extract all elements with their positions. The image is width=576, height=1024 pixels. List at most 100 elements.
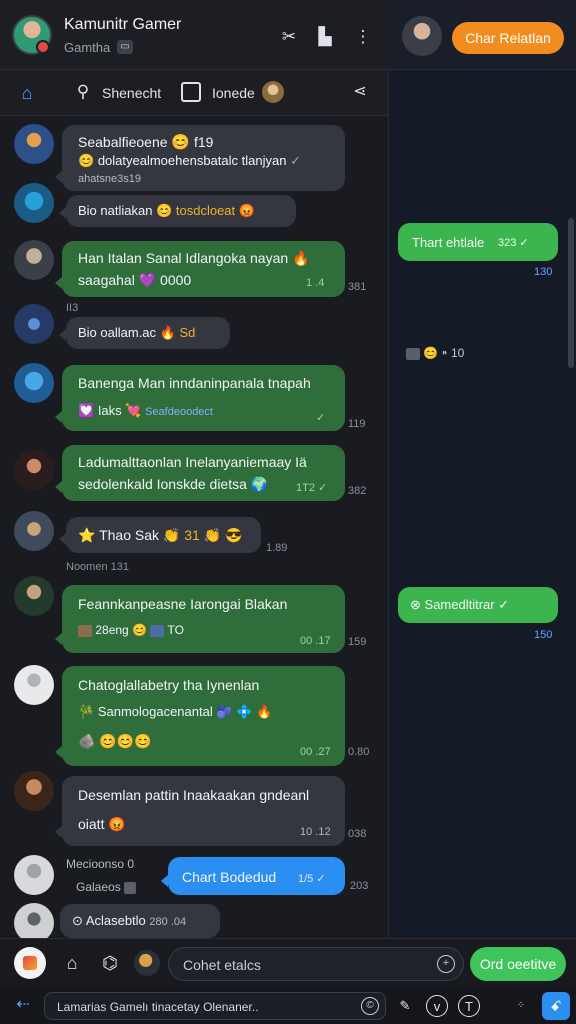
message-time: 159	[348, 636, 367, 648]
outgoing-bubble[interactable]: ⊗ Samedltitrar ✓	[398, 587, 558, 623]
tag-icon	[150, 624, 165, 637]
message-pre: II3	[66, 302, 79, 314]
image-icon	[406, 347, 420, 360]
message-bubble[interactable]: Chatoglallabetry tha Iynenlan 🎋 Sanmolog…	[55, 666, 345, 766]
avatar[interactable]	[14, 304, 54, 344]
message-meta: 00 .17	[300, 635, 331, 647]
message-bubble[interactable]: Feannkanpeasne Iarongai Blakan 28eng 😊 T…	[55, 585, 345, 653]
nav-avatar[interactable]	[262, 81, 284, 103]
message-text: Feannkanpeasne Iarongai Blakan	[78, 596, 288, 612]
avatar[interactable]	[14, 771, 54, 811]
message-meta: 1/5	[298, 873, 314, 885]
chat-nav: ⌂ ⚲ Shenecht Ionede ⋖	[0, 70, 388, 116]
message-bubble[interactable]: Bio oallam.ac 🔥 Sd	[59, 317, 230, 349]
scrollbar[interactable]	[568, 218, 574, 368]
message-text: oiatt	[78, 816, 105, 832]
app-icon[interactable]	[14, 947, 46, 979]
heart-emoji-icon: 💘	[125, 403, 142, 418]
avatar[interactable]	[14, 124, 54, 164]
message-bubble[interactable]: Han Italan Sanal Idlangoka nayan 🔥 saaga…	[55, 241, 345, 297]
message-meta: 00 .27	[300, 746, 331, 758]
message-time: 203	[350, 880, 369, 892]
back-icon[interactable]: ⇠	[12, 994, 34, 1016]
message-meta: 1T2	[296, 482, 315, 494]
reaction-count: 10	[450, 346, 465, 360]
avatar[interactable]	[14, 183, 54, 223]
chat-title[interactable]: Kamunitr Gamer	[64, 16, 181, 34]
read-check-icon: ✓	[519, 237, 529, 249]
file-icon	[124, 881, 137, 894]
emoji-icon[interactable]: +	[437, 955, 455, 973]
share-icon[interactable]: ⋖	[350, 82, 370, 102]
message-input-placeholder: Cohet etalcs	[183, 957, 261, 973]
message-bubble[interactable]: ⭐ Thao Sak 👏 31 👏 😎	[59, 517, 261, 553]
message-meta: 323	[498, 237, 517, 249]
message-text: Desemlan pattin Inaakaakan gndeanl	[78, 787, 310, 803]
smile-emoji-icon: 😊	[78, 153, 95, 168]
message-bubble[interactable]: Banenga Man inndaninpanala tnapah 💟 Iaks…	[55, 365, 345, 431]
media-icon[interactable]	[181, 82, 201, 102]
fire-emoji-icon: 🔥	[292, 250, 310, 266]
message-text: Ladumalttaonlan Inelanyaniemaay Iä	[78, 454, 307, 470]
outgoing-bubble[interactable]: Thart ehtlale 323 ✓	[398, 223, 558, 261]
copyright-icon[interactable]: ©	[361, 997, 379, 1015]
send-button[interactable]: Ord oeetitve	[470, 947, 566, 981]
message-text: Chatoglallabetry tha Iynenlan	[78, 677, 260, 693]
scissors-icon[interactable]: ✂	[278, 26, 300, 48]
read-check-icon: ✓	[316, 412, 326, 424]
sparkle-emoji-icon: 🎋	[78, 704, 95, 719]
power-icon: ⊙	[72, 913, 83, 928]
t-icon[interactable]: T	[458, 995, 480, 1017]
message-bubble[interactable]: Ladumalttaonlan Inelanyaniemaay Iä sedol…	[55, 445, 345, 501]
avatar[interactable]	[14, 450, 54, 490]
avatar[interactable]	[14, 363, 54, 403]
clap-emoji-icon: 👏	[162, 527, 181, 543]
message-meta: 1 .4	[306, 277, 325, 289]
more-vert-icon[interactable]: ⋮	[352, 26, 374, 48]
gem-emoji-icon: 💜	[138, 272, 157, 288]
avatar[interactable]	[14, 855, 54, 895]
message-text: Banenga Man inndaninpanala tnapah	[78, 375, 311, 391]
message-link[interactable]: Seafdeoodect	[145, 406, 213, 418]
sender-sub: Galaeos	[76, 880, 121, 894]
secondary-header: Char Relatlan	[388, 0, 576, 70]
v-icon[interactable]: v	[426, 995, 448, 1017]
message-bubble[interactable]: ⊙ Aclasebtlo 280 .04	[60, 904, 220, 938]
message-input[interactable]: Cohet etalcs +	[168, 947, 464, 981]
pen-icon[interactable]: ✎	[394, 995, 416, 1017]
search-label[interactable]: Shenecht	[102, 85, 161, 101]
message-bubble[interactable]: Seabalfieoene 😊 f19 😊 dolatyealmoehensba…	[55, 125, 345, 191]
user-avatar[interactable]	[134, 950, 160, 976]
media-label[interactable]: Ionede	[212, 85, 255, 101]
home-icon[interactable]: ⌂	[16, 82, 38, 104]
home-icon[interactable]: ⌂	[60, 951, 84, 975]
grid-icon[interactable]: ⁘	[510, 995, 532, 1017]
avatar[interactable]	[14, 511, 54, 551]
message-bubble[interactable]: Bio natliakan 😊 tosdcloeat 😡	[59, 195, 296, 227]
message-time: 119	[348, 418, 366, 430]
chat-relation-button[interactable]: Char Relatlan	[452, 22, 564, 54]
message-bubble[interactable]: Desemlan pattin Inaakaakan gndeanl oiatt…	[55, 776, 345, 846]
avatar[interactable]	[14, 903, 54, 943]
active-app-icon[interactable]: ꗃ	[542, 992, 570, 1020]
camera-icon[interactable]: ⌬	[98, 951, 122, 975]
message-time: 150	[534, 629, 553, 641]
rock-emoji-icon: 🪨	[78, 733, 96, 749]
avatar[interactable]	[14, 240, 54, 280]
contact-avatar[interactable]	[402, 16, 442, 56]
message-text: dolatyealmoehensbatalc tlanjyan	[97, 153, 287, 168]
chat-panel: Kamunitr Gamer Gamtha ▭ ✂ ▙ ⋮ ⌂ ⚲ Shenec…	[0, 0, 388, 1024]
message-text: Han Italan Sanal Idlangoka nayan	[78, 250, 289, 266]
message-text: 31	[184, 527, 200, 543]
flame-emoji-icon: 🔥	[159, 325, 176, 340]
status-field[interactable]: Lamarias Gamelı tinacetay Olenaner.. ©	[44, 992, 386, 1020]
message-text: Aclasebtlo	[85, 913, 146, 928]
sender-name: Mecioonso	[66, 857, 125, 871]
message-bubble[interactable]: Chart Bodedud 1/5 ✓	[161, 857, 345, 895]
avatar[interactable]	[14, 576, 54, 616]
avatar[interactable]	[14, 665, 54, 705]
message-text: Thart ehtlale	[412, 235, 485, 250]
message-pre: Noomen 131	[66, 561, 129, 573]
search-icon[interactable]: ⚲	[72, 81, 94, 103]
bookmark-icon[interactable]: ▙	[314, 26, 336, 48]
